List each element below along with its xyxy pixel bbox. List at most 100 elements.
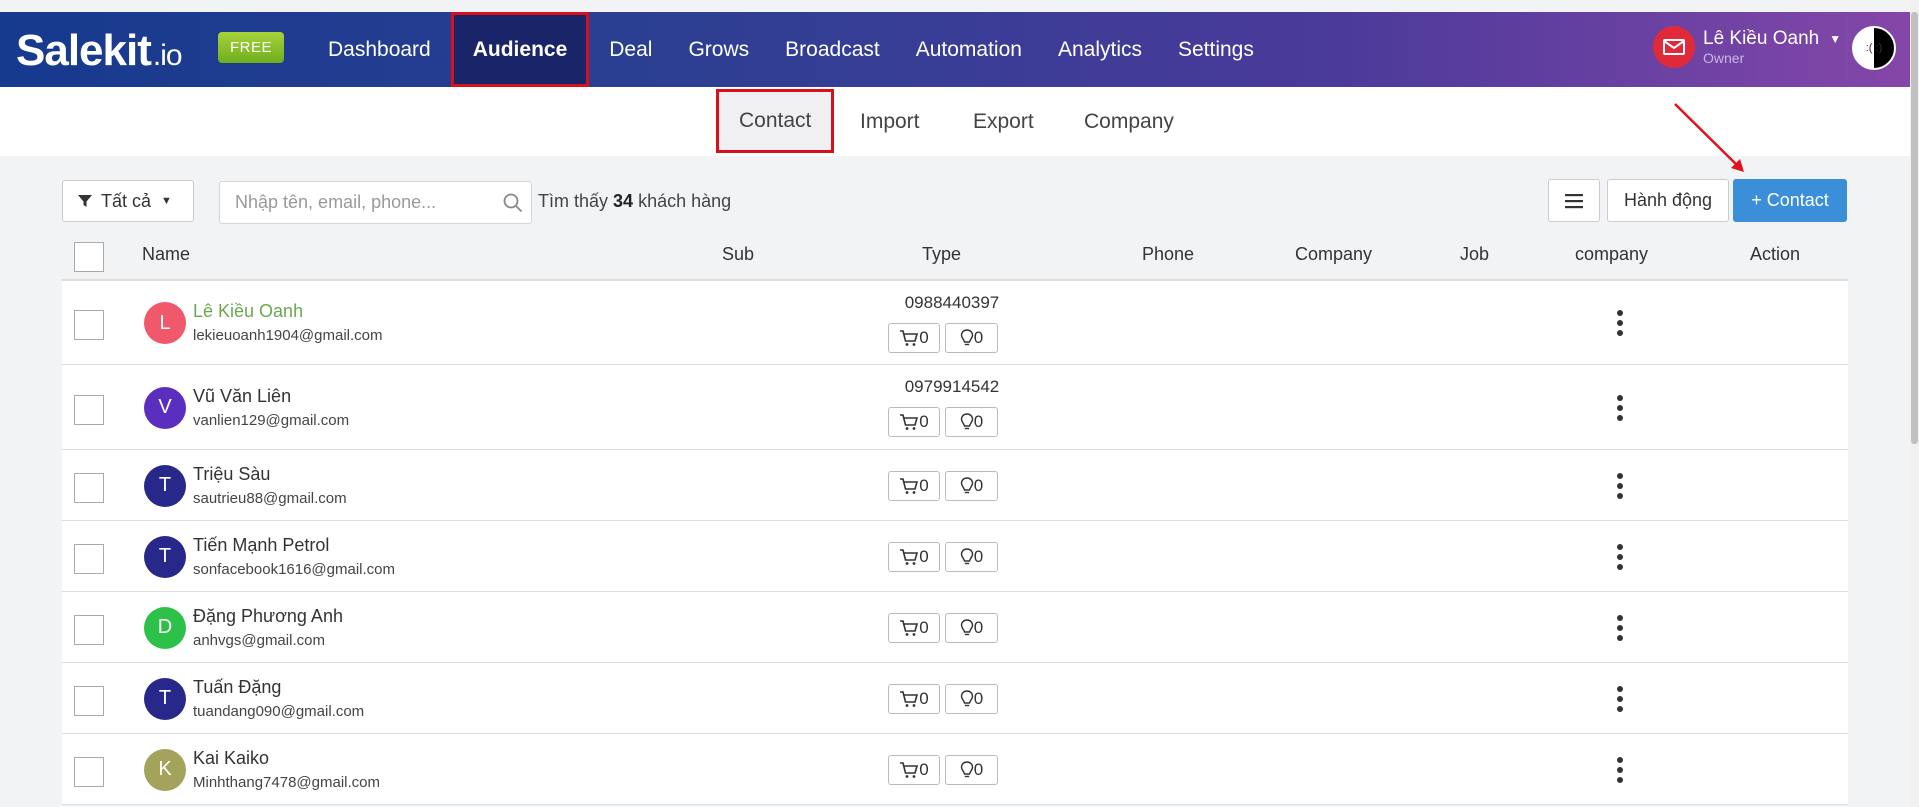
row-checkbox[interactable] — [74, 614, 104, 645]
table-header: Name Sub Type Phone Company Job company Action — [62, 230, 1848, 281]
deals-count: 0 — [973, 688, 984, 708]
nav-automation[interactable]: Automation — [898, 12, 1040, 87]
nav-grows[interactable]: Grows — [670, 12, 767, 87]
deals-badge[interactable]: 0 — [945, 541, 998, 572]
contact-name[interactable]: Lê Kiều Oanh — [193, 301, 303, 322]
deals-count: 0 — [973, 759, 984, 779]
cart-icon — [900, 690, 919, 707]
table-row[interactable]: L Lê Kiều Oanh lekieuoanh1904@gmail.com … — [62, 281, 1848, 365]
deals-badge[interactable]: 0 — [945, 754, 998, 785]
column-header-phone[interactable]: Phone — [1142, 244, 1194, 265]
search-input[interactable] — [220, 182, 480, 223]
column-header-sub[interactable]: Sub — [722, 244, 754, 265]
deals-badge[interactable]: 0 — [945, 683, 998, 714]
orders-badge[interactable]: 0 — [888, 323, 940, 353]
lightbulb-icon — [960, 689, 973, 706]
deals-badge[interactable]: 0 — [945, 323, 998, 353]
contact-name[interactable]: Kai Kaiko — [193, 748, 269, 769]
annotation-arrow — [1674, 103, 1744, 172]
bulk-action-button[interactable]: Hành động — [1607, 179, 1729, 222]
add-contact-button[interactable]: + Contact — [1733, 179, 1847, 222]
avatar: T — [144, 677, 186, 720]
subtab-company[interactable]: Company — [1084, 87, 1174, 156]
orders-count: 0 — [919, 688, 929, 708]
kebab-icon[interactable] — [1608, 394, 1632, 421]
deals-count: 0 — [973, 617, 984, 637]
user-menu[interactable]: Lê Kiều Oanh ▼ Owner — [1653, 26, 1841, 68]
search-box[interactable] — [219, 181, 532, 224]
deals-count: 0 — [973, 328, 984, 347]
nav-dashboard[interactable]: Dashboard — [310, 12, 449, 87]
row-checkbox[interactable] — [74, 543, 104, 574]
nav-deal[interactable]: Deal — [591, 12, 670, 87]
orders-count: 0 — [919, 759, 929, 779]
orders-badge[interactable]: 0 — [888, 407, 940, 437]
contact-email: vanlien129@gmail.com — [193, 411, 350, 429]
row-checkbox[interactable] — [74, 310, 104, 340]
deals-badge[interactable]: 0 — [945, 470, 998, 501]
caret-down-icon[interactable]: ▼ — [1829, 32, 1841, 46]
contact-name[interactable]: Triệu Sàu — [193, 464, 270, 485]
lightbulb-icon — [960, 329, 973, 346]
nav-settings[interactable]: Settings — [1160, 12, 1272, 87]
subtab-export[interactable]: Export — [973, 87, 1034, 156]
row-checkbox[interactable] — [74, 394, 104, 425]
caret-down-icon: ▼ — [161, 195, 172, 207]
table-row[interactable]: K Kai Kaiko Minhthang7478@gmail.com 0 0 — [62, 734, 1848, 805]
row-checkbox[interactable] — [74, 472, 104, 503]
column-header-company[interactable]: Company — [1295, 244, 1372, 265]
column-header-name[interactable]: Name — [142, 244, 190, 265]
column-header-job[interactable]: Job — [1460, 244, 1489, 265]
contact-name[interactable]: Tuấn Đặng — [193, 677, 281, 698]
lightbulb-icon — [960, 760, 973, 777]
column-header-type[interactable]: Type — [922, 244, 961, 265]
free-badge: FREE — [218, 32, 285, 63]
row-checkbox[interactable] — [74, 756, 104, 787]
column-header-action[interactable]: Action — [1750, 244, 1800, 265]
scrollbar-thumb[interactable] — [1911, 12, 1918, 444]
table-row[interactable]: T Tiến Mạnh Petrol sonfacebook1616@gmail… — [62, 521, 1848, 592]
salekit-logo[interactable]: Salekit .io — [16, 26, 183, 76]
envelope-icon[interactable] — [1653, 26, 1695, 68]
column-menu-button[interactable] — [1548, 179, 1600, 222]
orders-badge[interactable]: 0 — [888, 612, 940, 643]
magnifier-icon[interactable] — [503, 193, 523, 213]
kebab-icon[interactable] — [1608, 543, 1632, 570]
kebab-icon[interactable] — [1608, 685, 1632, 712]
kebab-icon[interactable] — [1608, 472, 1632, 499]
nav-broadcast[interactable]: Broadcast — [767, 12, 898, 87]
nav-analytics[interactable]: Analytics — [1040, 12, 1160, 87]
table-row[interactable]: T Tuấn Đặng tuandang090@gmail.com 0 0 — [62, 663, 1848, 734]
orders-badge[interactable]: 0 — [888, 541, 940, 572]
kebab-icon[interactable] — [1608, 310, 1632, 336]
orders-badge[interactable]: 0 — [888, 754, 940, 785]
orders-count: 0 — [919, 328, 929, 347]
user-avatar[interactable]: :( :) — [1852, 26, 1896, 70]
contact-name[interactable]: Vũ Văn Liên — [193, 386, 291, 407]
contact-name[interactable]: Đặng Phương Anh — [193, 606, 343, 627]
nav-audience[interactable]: Audience — [450, 12, 590, 87]
column-header-company[interactable]: company — [1575, 244, 1648, 265]
kebab-icon[interactable] — [1608, 756, 1632, 783]
table-row[interactable]: V Vũ Văn Liên vanlien129@gmail.com 09799… — [62, 365, 1848, 450]
avatar: V — [144, 386, 186, 429]
orders-badge[interactable]: 0 — [888, 683, 940, 714]
table-row[interactable]: D Đặng Phương Anh anhvgs@gmail.com 0 0 — [62, 592, 1848, 663]
contact-phone: 0979914542 — [904, 377, 1000, 396]
user-info: Lê Kiều Oanh ▼ Owner — [1703, 28, 1841, 66]
row-checkbox[interactable] — [74, 685, 104, 716]
deals-badge[interactable]: 0 — [945, 407, 998, 437]
filter-dropdown[interactable]: Tất cả ▼ — [62, 180, 194, 222]
funnel-icon — [78, 195, 92, 207]
lightbulb-icon — [960, 547, 973, 564]
orders-badge[interactable]: 0 — [888, 470, 940, 501]
found-prefix: Tìm thấy — [538, 191, 609, 211]
subtab-contact[interactable]: Contact — [716, 89, 835, 153]
deals-badge[interactable]: 0 — [945, 612, 998, 643]
kebab-icon[interactable] — [1608, 614, 1632, 641]
contact-name[interactable]: Tiến Mạnh Petrol — [193, 535, 329, 556]
table-row[interactable]: T Triệu Sàu sautrieu88@gmail.com 0 0 — [62, 450, 1848, 521]
select-all-checkbox[interactable] — [74, 242, 104, 272]
subtab-import[interactable]: Import — [860, 87, 920, 156]
avatar: T — [144, 464, 186, 507]
